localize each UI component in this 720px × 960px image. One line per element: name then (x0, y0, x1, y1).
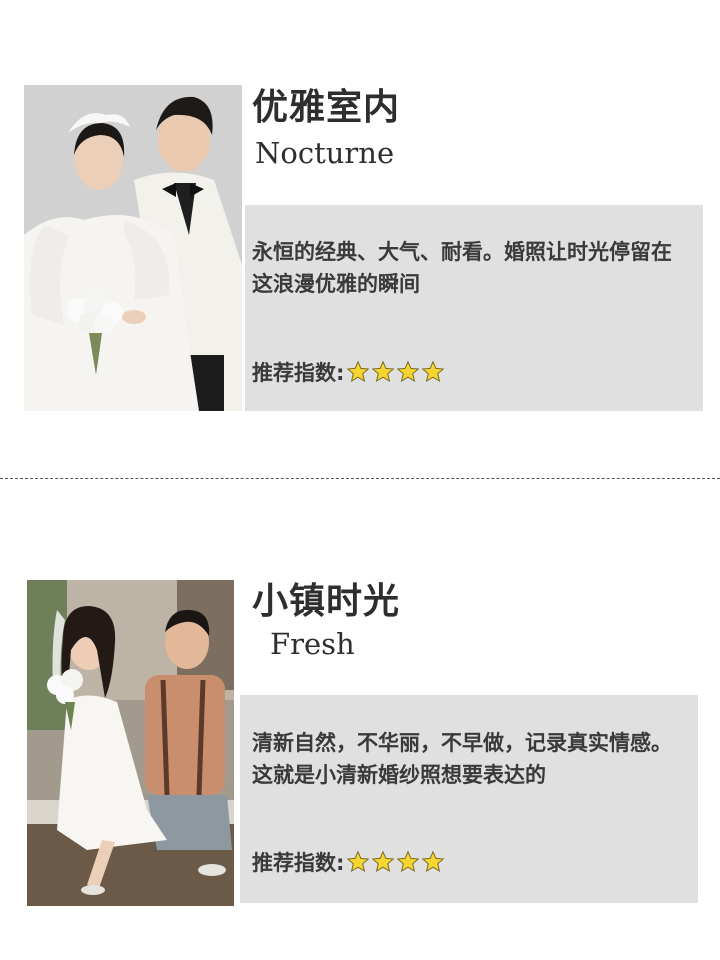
description-panel: 清新自然，不华丽，不早做，记录真实情感。这就是小清新婚纱照想要表达的 推荐指数: (240, 695, 698, 903)
star-icon (421, 850, 445, 873)
wedding-photo-outdoor[interactable] (27, 580, 234, 906)
star-icon (346, 360, 370, 383)
wedding-photo-indoor-illustration (24, 85, 242, 411)
wedding-photo-indoor[interactable] (24, 85, 242, 411)
rating-stars (346, 360, 446, 384)
rating-stars (346, 850, 446, 874)
section-divider (0, 478, 720, 479)
card-title-en: Fresh (270, 627, 355, 661)
style-card-fresh[interactable]: 小镇时光 Fresh 清新自然，不华丽，不早做，记录真实情感。这就是小清新婚纱照… (0, 580, 720, 906)
card-title-zh: 小镇时光 (252, 581, 401, 622)
star-icon (396, 360, 420, 383)
star-icon (346, 850, 370, 873)
style-card-indoor[interactable]: 优雅室内 Nocturne 永恒的经典、大气、耐看。婚照让时光停留在这浪漫优雅的… (0, 85, 720, 411)
rating-label: 推荐指数: (252, 361, 345, 385)
star-icon (396, 850, 420, 873)
star-icon (371, 360, 395, 383)
star-icon (371, 850, 395, 873)
rating-row: 推荐指数: (252, 847, 446, 877)
star-icon (421, 360, 445, 383)
rating-label: 推荐指数: (252, 851, 345, 875)
card-title-en: Nocturne (255, 136, 395, 170)
card-description: 清新自然，不华丽，不早做，记录真实情感。这就是小清新婚纱照想要表达的 (252, 731, 672, 787)
wedding-photo-outdoor-illustration (27, 580, 234, 906)
description-panel: 永恒的经典、大气、耐看。婚照让时光停留在这浪漫优雅的瞬间 推荐指数: (245, 205, 703, 411)
card-title-zh: 优雅室内 (252, 87, 401, 128)
card-description: 永恒的经典、大气、耐看。婚照让时光停留在这浪漫优雅的瞬间 (252, 240, 672, 296)
rating-row: 推荐指数: (252, 357, 446, 387)
